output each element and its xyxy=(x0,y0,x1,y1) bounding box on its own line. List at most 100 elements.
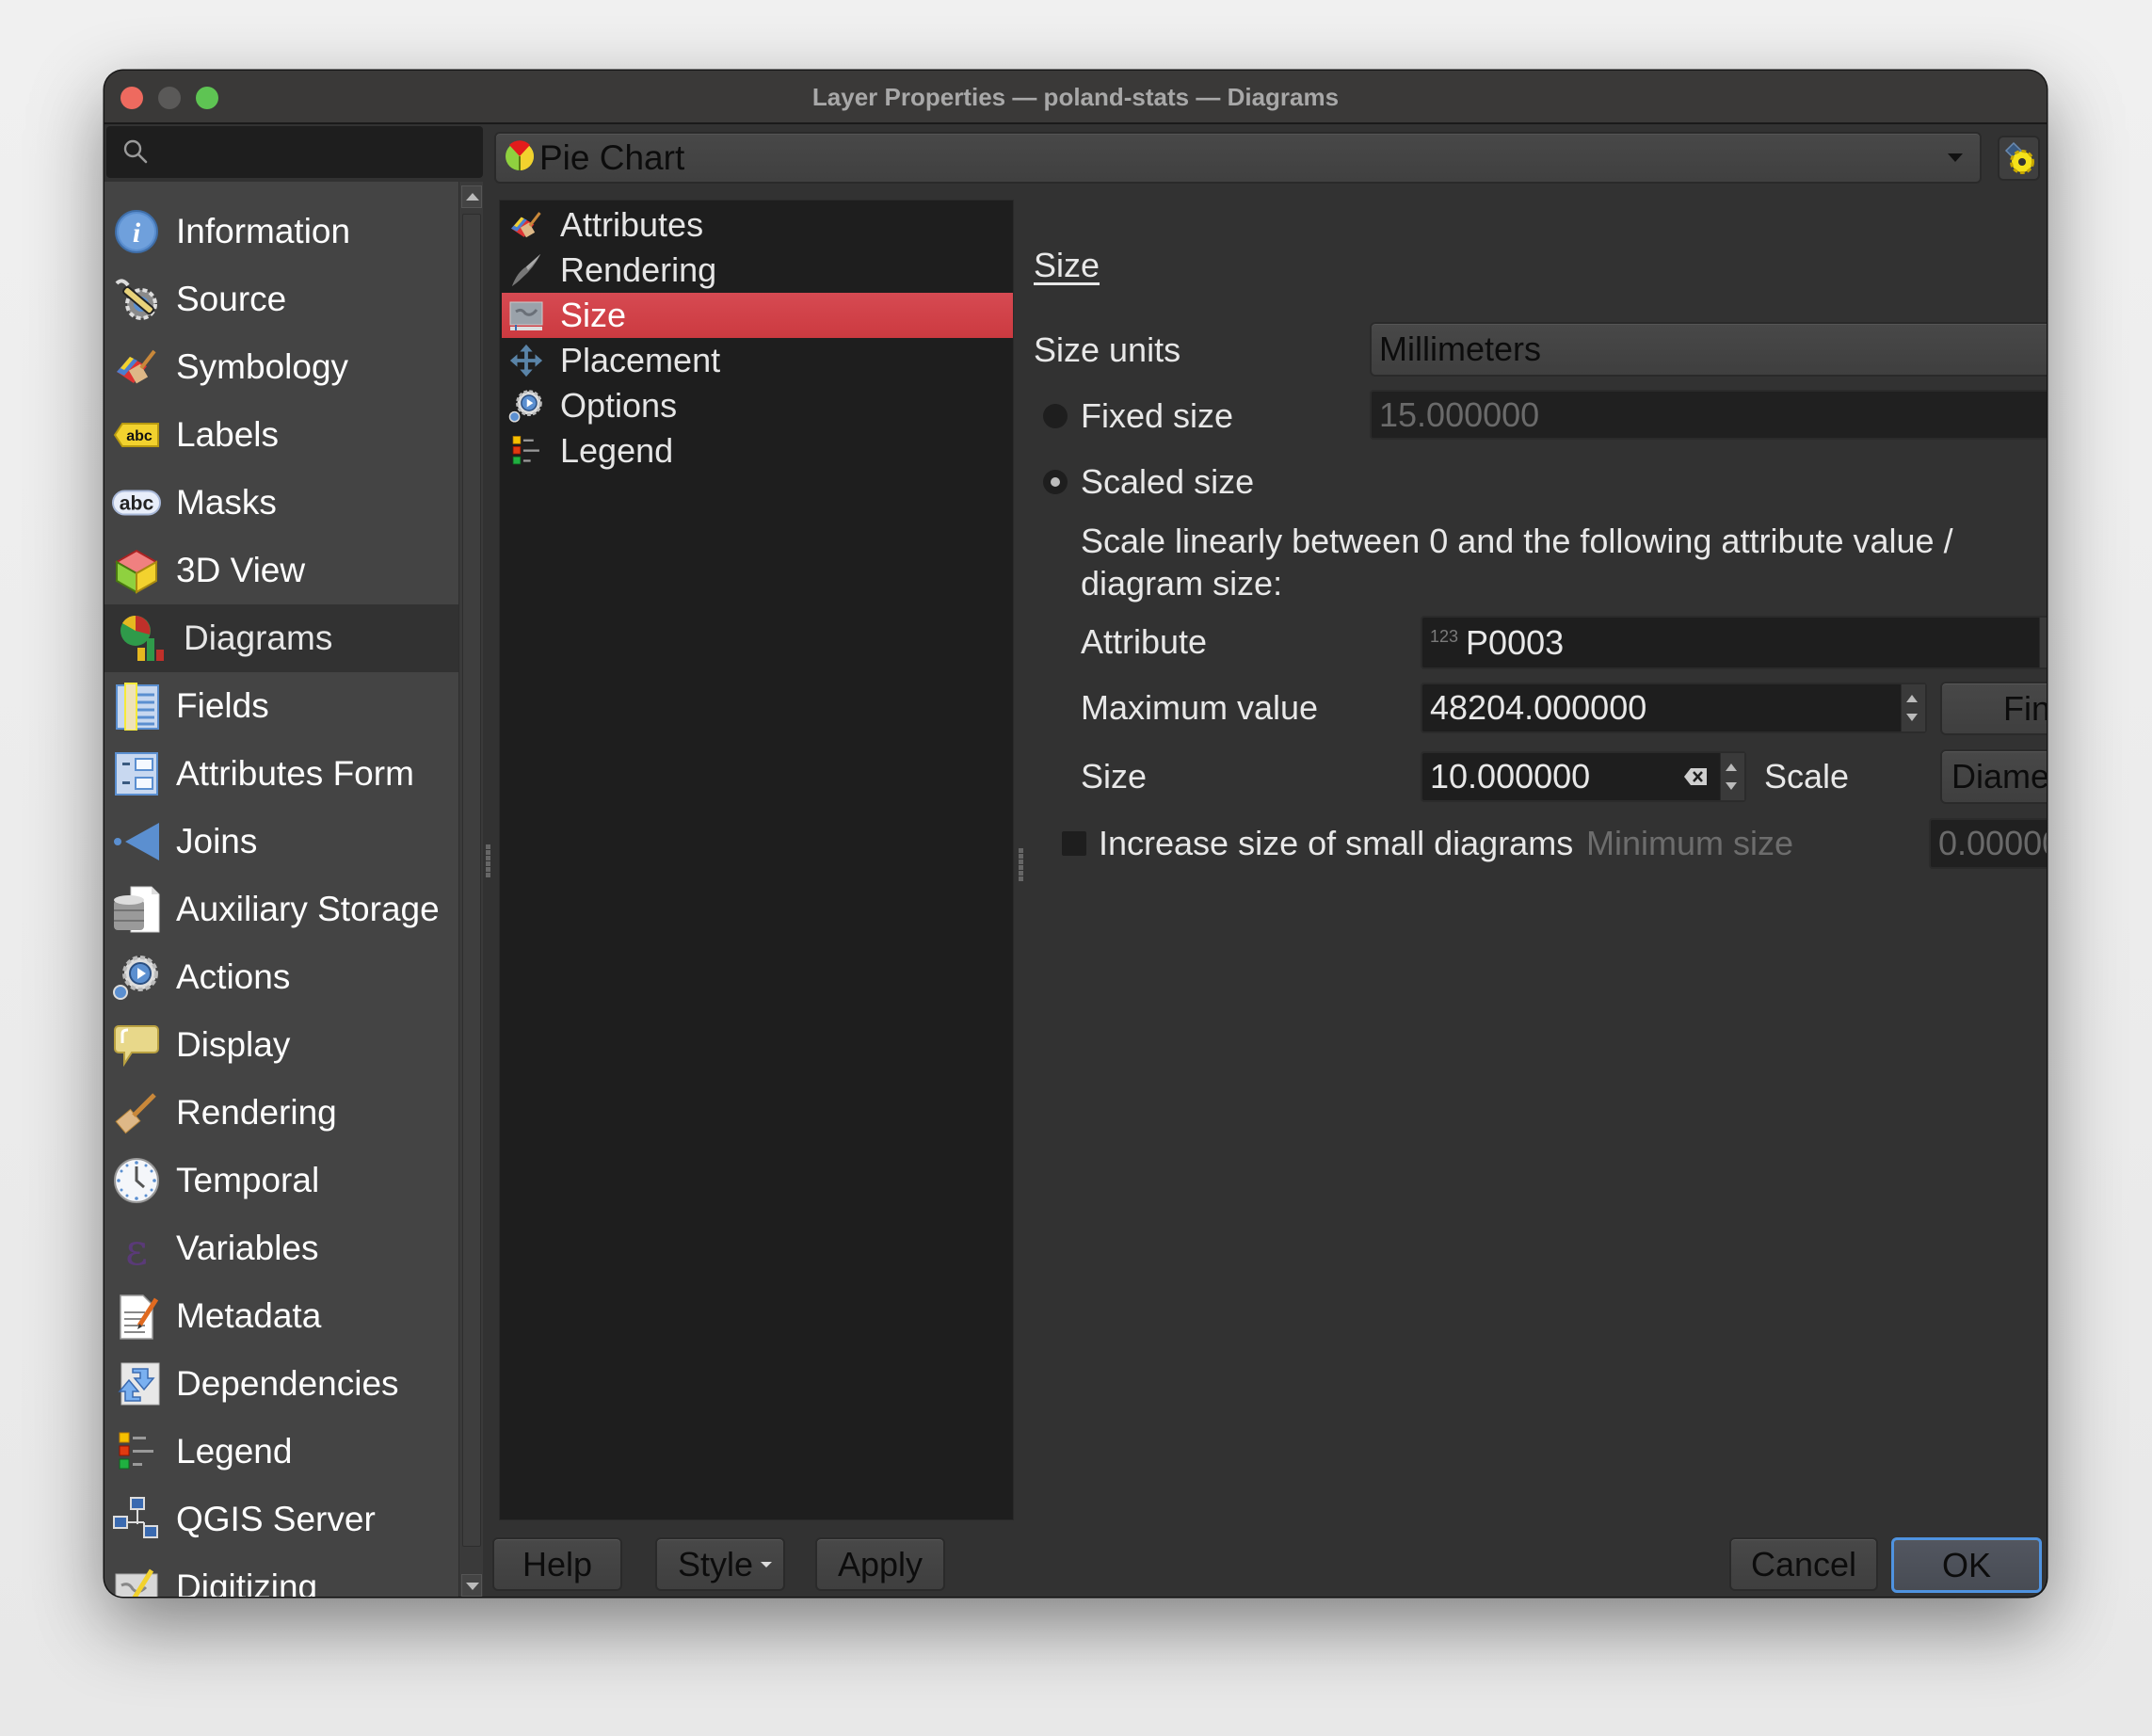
clear-field-icon[interactable] xyxy=(1684,767,1707,786)
help-button[interactable]: Help xyxy=(492,1537,622,1591)
sidebar-item-label: Dependencies xyxy=(176,1364,399,1403)
fixed-size-input[interactable]: 15.000000 xyxy=(1370,390,2047,440)
subsection-rendering[interactable]: Rendering xyxy=(502,248,1013,293)
sidebar-item-actions[interactable]: Actions xyxy=(104,943,458,1011)
size-icon xyxy=(507,297,545,334)
sidebar-item-label: 3D View xyxy=(176,551,306,589)
subsection-label: Legend xyxy=(560,431,674,470)
sidebar-item-dependencies[interactable]: Dependencies xyxy=(104,1350,458,1418)
rendering-icon xyxy=(507,251,545,289)
find-button[interactable]: Find xyxy=(1940,682,2047,735)
scale-method-dropdown[interactable]: Diameter xyxy=(1940,749,2047,804)
sidebar-item-rendering[interactable]: Rendering xyxy=(104,1079,458,1147)
sidebar-item-metadata[interactable]: Metadata xyxy=(104,1282,458,1350)
numeric-type-badge: 123 xyxy=(1430,627,1459,646)
diagram-section-list: Attributes Rendering Size Placement Opti… xyxy=(499,200,1014,1520)
3d-view-icon xyxy=(112,546,161,595)
sidebar-item-source[interactable]: Source xyxy=(104,265,458,333)
size-units-dropdown[interactable]: Millimeters xyxy=(1370,322,2047,377)
svg-text:abc: abc xyxy=(126,428,153,444)
attribute-dropdown-arrow[interactable] xyxy=(2039,618,2047,667)
subsection-attributes[interactable]: Attributes xyxy=(502,202,1013,248)
scale-method-value: Diameter xyxy=(1951,757,2047,796)
search-icon xyxy=(123,139,148,164)
sidebar-item-auxiliary-storage[interactable]: Auxiliary Storage xyxy=(104,876,458,943)
labels-icon: abc xyxy=(112,410,161,459)
apply-button[interactable]: Apply xyxy=(815,1537,945,1591)
scroll-down-arrow-icon[interactable] xyxy=(461,1574,482,1597)
chevron-down-icon xyxy=(1948,153,1963,162)
size-spinner[interactable] xyxy=(1720,753,1744,800)
sidebar-item-legend[interactable]: Legend xyxy=(104,1418,458,1486)
style-button[interactable]: Style xyxy=(655,1537,785,1591)
fixed-size-radio[interactable] xyxy=(1043,404,1068,428)
temporal-icon xyxy=(112,1156,161,1205)
rendering-icon xyxy=(112,1088,161,1137)
attribute-dropdown[interactable]: 123 P0003 xyxy=(1421,616,2047,669)
subsection-legend[interactable]: Legend xyxy=(502,428,1013,474)
sidebar-item-variables[interactable]: ε Variables xyxy=(104,1214,458,1282)
maximum-value-spinner[interactable] xyxy=(1901,684,1925,731)
size-units-label: Size units xyxy=(1034,330,1181,369)
fixed-size-value: 15.000000 xyxy=(1379,394,1540,434)
attributes-icon xyxy=(507,206,545,244)
ok-button[interactable]: OK xyxy=(1891,1537,2042,1593)
cancel-button[interactable]: Cancel xyxy=(1729,1537,1878,1591)
sidebar-item-fields[interactable]: Fields xyxy=(104,672,458,740)
subsection-label: Attributes xyxy=(560,205,704,244)
sidebar-item-label: Temporal xyxy=(176,1161,320,1199)
size-input[interactable]: 10.000000 xyxy=(1421,751,1746,802)
sidebar-item-digitizing[interactable]: Digitizing xyxy=(104,1553,458,1597)
sidebar-search-input[interactable] xyxy=(106,126,483,178)
sidebar-item-label: Variables xyxy=(176,1229,319,1267)
sidebar-item-temporal[interactable]: Temporal xyxy=(104,1147,458,1214)
sidebar-item-3d-view[interactable]: 3D View xyxy=(104,537,458,604)
options-icon xyxy=(507,387,545,425)
title-bar: Layer Properties — poland-stats — Diagra… xyxy=(104,71,2047,124)
size-label: Size xyxy=(1081,757,1148,796)
sidebar-splitter-handle[interactable] xyxy=(486,844,490,878)
scrollbar-thumb[interactable] xyxy=(462,214,481,1547)
masks-icon: abc xyxy=(112,478,161,527)
fixed-size-label: Fixed size xyxy=(1081,396,1234,435)
digitizing-icon xyxy=(112,1563,161,1597)
sidebar-item-label: Fields xyxy=(176,686,269,725)
legend-icon xyxy=(507,432,545,470)
pie-chart-icon xyxy=(504,139,536,176)
gear-icon xyxy=(2004,141,2034,174)
symbology-icon xyxy=(112,343,161,392)
style-button-label: Style xyxy=(678,1544,754,1583)
scale-description: Scale linearly between 0 and the followi… xyxy=(1081,522,1953,603)
diagram-settings-button[interactable] xyxy=(1998,136,2040,181)
sidebar-item-label: Rendering xyxy=(176,1093,337,1132)
size-settings-panel: Size Size units Millimeters Fixed size 1… xyxy=(1034,200,2047,1520)
sidebar-item-label: Symbology xyxy=(176,347,349,386)
sidebar-item-diagrams[interactable]: Diagrams xyxy=(104,604,458,672)
size-value: 10.000000 xyxy=(1430,757,1591,796)
minimum-size-input[interactable]: 0.000000 xyxy=(1929,818,2047,869)
sidebar-scrollbar[interactable] xyxy=(458,182,483,1597)
sidebar-item-masks[interactable]: abc Masks xyxy=(104,469,458,537)
sidebar-item-joins[interactable]: Joins xyxy=(104,808,458,876)
source-icon xyxy=(112,275,161,324)
sidebar: i Information Source Symbology abc Label… xyxy=(104,182,458,1597)
subsection-size[interactable]: Size xyxy=(502,293,1013,338)
sidebar-item-labels[interactable]: abc Labels xyxy=(104,401,458,469)
section-splitter-handle[interactable] xyxy=(1019,848,1023,882)
increase-small-diagrams-checkbox[interactable] xyxy=(1062,831,1086,856)
sidebar-item-label: Metadata xyxy=(176,1296,322,1335)
maximum-value: 48204.000000 xyxy=(1430,688,1647,727)
subsection-placement[interactable]: Placement xyxy=(502,338,1013,383)
sidebar-item-display[interactable]: Display xyxy=(104,1011,458,1079)
sidebar-item-label: Joins xyxy=(176,822,258,860)
sidebar-item-attributes-form[interactable]: Attributes Form xyxy=(104,740,458,808)
window-title: Layer Properties — poland-stats — Diagra… xyxy=(811,83,1340,111)
diagram-type-dropdown[interactable]: Pie Chart xyxy=(494,132,1982,184)
maximum-value-input[interactable]: 48204.000000 xyxy=(1421,683,1927,733)
subsection-options[interactable]: Options xyxy=(502,383,1013,428)
sidebar-item-information[interactable]: i Information xyxy=(104,198,458,265)
scroll-up-arrow-icon[interactable] xyxy=(461,185,482,208)
scaled-size-radio[interactable] xyxy=(1043,470,1068,494)
sidebar-item-qgis-server[interactable]: QGIS Server xyxy=(104,1486,458,1553)
sidebar-item-symbology[interactable]: Symbology xyxy=(104,333,458,401)
